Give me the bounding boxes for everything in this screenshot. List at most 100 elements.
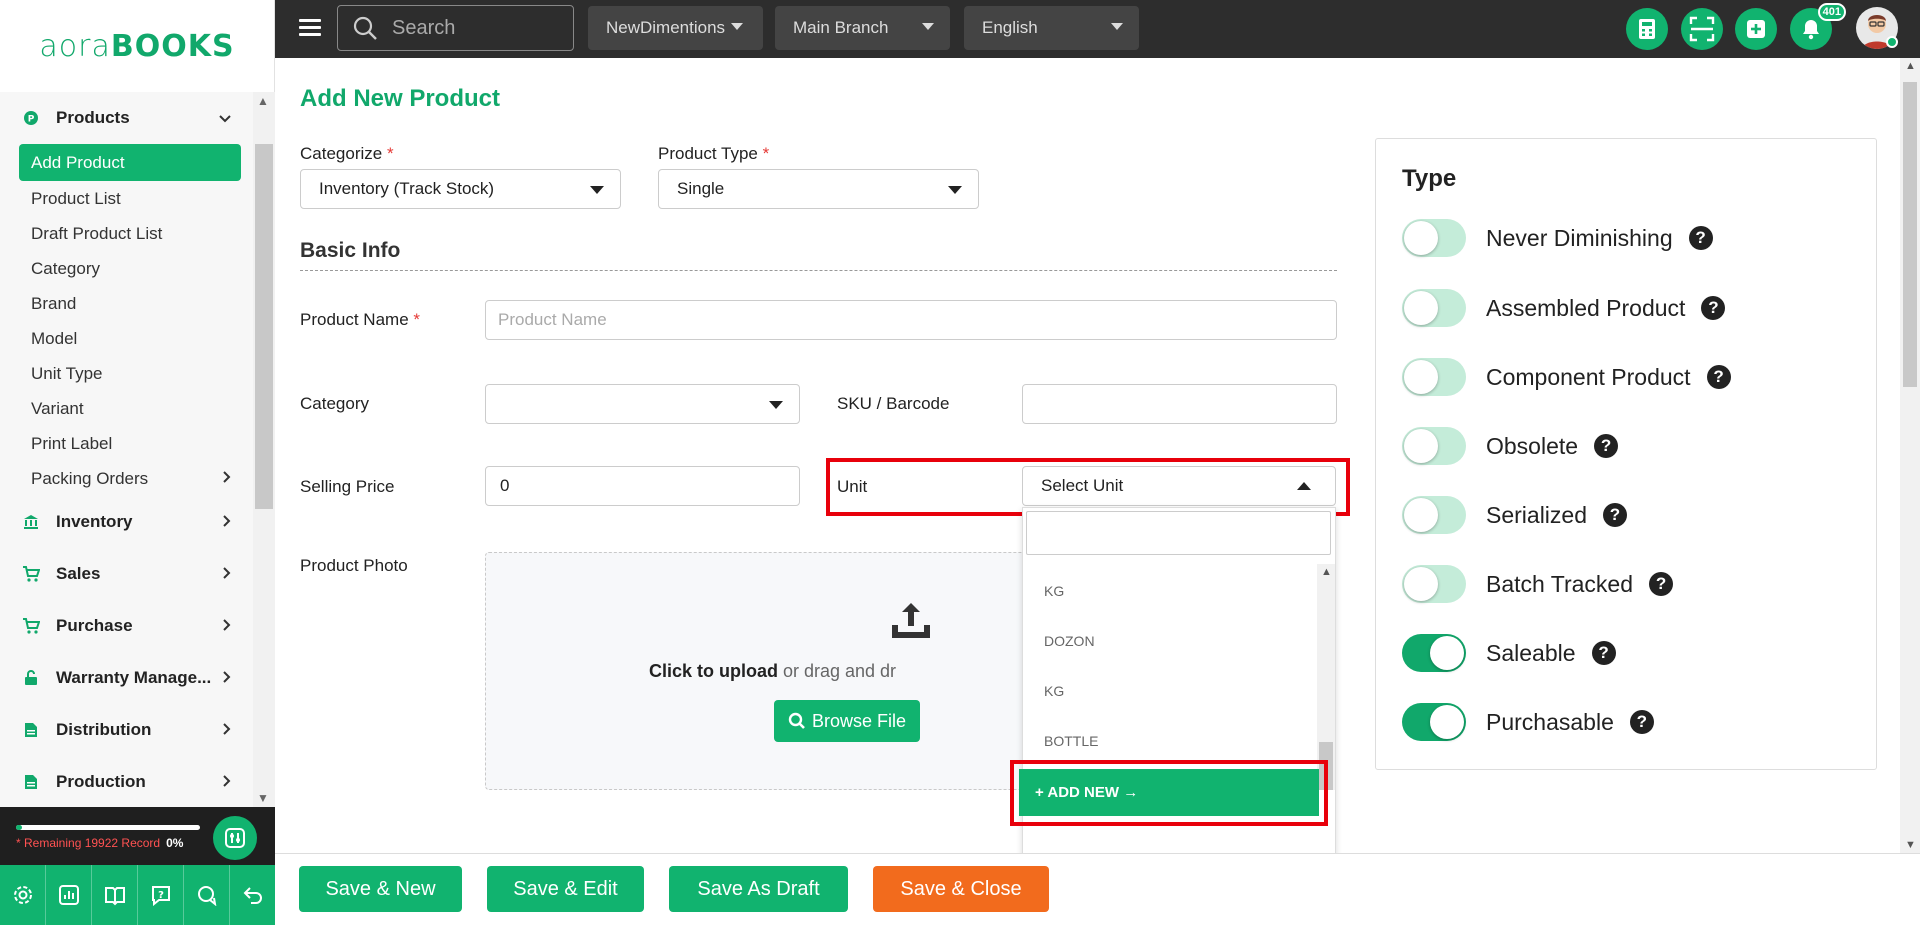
- section-divider: [300, 270, 1337, 271]
- help-icon[interactable]: ?: [1706, 365, 1731, 389]
- chevron-right-icon: [223, 774, 231, 790]
- sidebar-group-sales[interactable]: Sales: [0, 548, 253, 600]
- sidebar-item-variant[interactable]: Variant: [0, 391, 253, 426]
- sidebar-item-product-list[interactable]: Product List: [0, 181, 253, 216]
- toggle-row-serialized: Serialized ?: [1402, 494, 1627, 536]
- category-select[interactable]: [485, 384, 800, 424]
- scroll-up-icon[interactable]: ▲: [1905, 60, 1916, 72]
- help-icon[interactable]: ?: [1591, 641, 1616, 665]
- add-icon[interactable]: [1735, 8, 1777, 50]
- scrollbar-thumb[interactable]: [255, 144, 273, 509]
- sku-label: SKU / Barcode: [837, 394, 950, 413]
- help-icon[interactable]: ?: [1649, 572, 1674, 596]
- hamburger-menu-icon[interactable]: [299, 19, 321, 37]
- page-scrollbar[interactable]: ▲ ▼: [1900, 58, 1920, 853]
- sidebar-item-category[interactable]: Category: [0, 251, 253, 286]
- sidebar-group-purchase[interactable]: Purchase: [0, 600, 253, 652]
- save-draft-button[interactable]: Save As Draft: [669, 866, 848, 912]
- batch-tracked-toggle[interactable]: [1402, 565, 1466, 603]
- product-type-select[interactable]: Single: [658, 169, 979, 209]
- sidebar-group-products[interactable]: P Products: [0, 92, 253, 144]
- save-edit-button[interactable]: Save & Edit: [487, 866, 644, 912]
- upgrade-button[interactable]: [213, 816, 257, 860]
- scroll-down-icon[interactable]: ▼: [1905, 839, 1916, 851]
- sidebar-bottom-toolbar: ?: [0, 865, 275, 925]
- unlock-icon: [22, 669, 40, 687]
- toggle-row-obsolete: Obsolete ?: [1402, 425, 1619, 467]
- toggle-row-purchasable: Purchasable ?: [1402, 701, 1654, 743]
- sidebar-group-warranty[interactable]: Warranty Manage...: [0, 652, 253, 704]
- unit-option-kg[interactable]: KG: [1023, 666, 1315, 716]
- calculator-icon[interactable]: [1626, 8, 1668, 50]
- scroll-up-icon[interactable]: ▲: [1321, 566, 1332, 578]
- sidebar-group-inventory[interactable]: Inventory: [0, 496, 253, 548]
- branch-select[interactable]: Main Branch: [775, 6, 950, 50]
- help-icon[interactable]: ?: [1594, 434, 1619, 458]
- scroll-down-icon[interactable]: ▼: [257, 791, 269, 805]
- search-input[interactable]: [392, 16, 562, 40]
- language-select[interactable]: English: [964, 6, 1139, 50]
- basic-info-heading: Basic Info: [300, 239, 401, 262]
- company-select[interactable]: NewDimentions: [588, 6, 763, 50]
- add-new-unit-button[interactable]: + ADD NEW →: [1019, 769, 1319, 816]
- purchasable-toggle[interactable]: [1402, 703, 1466, 741]
- report-icon[interactable]: [46, 865, 92, 925]
- unit-select[interactable]: Select Unit: [1022, 466, 1336, 506]
- selling-price-input[interactable]: [485, 466, 800, 506]
- product-name-input[interactable]: [485, 300, 1337, 340]
- caret-down-icon: [1111, 23, 1123, 30]
- serialized-toggle[interactable]: [1402, 496, 1466, 534]
- sidebar-item-brand[interactable]: Brand: [0, 286, 253, 321]
- save-close-button[interactable]: Save & Close: [873, 866, 1049, 912]
- sidebar-group-production[interactable]: Production: [0, 756, 253, 807]
- save-new-button[interactable]: Save & New: [299, 866, 462, 912]
- help-icon[interactable]: ?: [1603, 503, 1627, 527]
- help-icon[interactable]: ?: [1701, 296, 1726, 320]
- assembled-product-toggle[interactable]: [1402, 289, 1466, 327]
- toggle-row-assembled-product: Assembled Product ?: [1402, 287, 1726, 329]
- scroll-up-icon[interactable]: ▲: [257, 94, 269, 108]
- sidebar-group-distribution[interactable]: Distribution: [0, 704, 253, 756]
- remaining-records: * Remaining 19922 Record 0%: [16, 836, 184, 850]
- sidebar-item-packing-orders[interactable]: Packing Orders: [0, 461, 253, 496]
- aorabooks-logo[interactable]: aoraBOOKS: [39, 29, 234, 64]
- document-icon: [22, 721, 40, 739]
- obsolete-toggle[interactable]: [1402, 427, 1466, 465]
- sidebar-item-print-label[interactable]: Print Label: [0, 426, 253, 461]
- scrollbar-thumb[interactable]: [1903, 82, 1917, 387]
- online-status-dot: [1886, 36, 1898, 48]
- chevron-right-icon: [223, 514, 231, 530]
- sidebar-item-unit-type[interactable]: Unit Type: [0, 356, 253, 391]
- categorize-select[interactable]: Inventory (Track Stock): [300, 169, 621, 209]
- sidebar-scrollbar[interactable]: ▲ ▼: [253, 92, 275, 807]
- scan-icon[interactable]: [1681, 8, 1723, 50]
- unit-option-dozon[interactable]: DOZON: [1023, 616, 1315, 666]
- unit-dropdown-scrollbar[interactable]: ▲: [1317, 564, 1335, 790]
- help-icon[interactable]: ?: [1629, 710, 1654, 734]
- sidebar-item-draft-product-list[interactable]: Draft Product List: [0, 216, 253, 251]
- svg-text:?: ?: [158, 890, 164, 901]
- unit-search-input[interactable]: [1026, 511, 1331, 555]
- chevron-down-icon: [219, 110, 231, 126]
- saleable-toggle[interactable]: [1402, 634, 1466, 672]
- unit-option-kg[interactable]: KG: [1023, 566, 1315, 616]
- component-product-toggle[interactable]: [1402, 358, 1466, 396]
- notification-bell-icon[interactable]: 401: [1790, 3, 1846, 50]
- caret-down-icon: [590, 186, 604, 194]
- chat-icon[interactable]: [184, 865, 230, 925]
- settings-icon[interactable]: [0, 865, 46, 925]
- help-icon[interactable]: ?: [1688, 226, 1713, 250]
- sidebar-item-add-product[interactable]: Add Product: [19, 144, 241, 181]
- help-icon[interactable]: ?: [138, 865, 184, 925]
- sku-barcode-input[interactable]: [1022, 384, 1337, 424]
- never-diminishing-toggle[interactable]: [1402, 219, 1466, 257]
- photo-dropzone[interactable]: Click to upload or drag and dr Browse Fi…: [485, 552, 1060, 790]
- back-arrow-icon[interactable]: [230, 865, 275, 925]
- browse-file-button[interactable]: Browse File: [774, 700, 920, 742]
- global-search[interactable]: [337, 5, 574, 51]
- sidebar-bottom: * Remaining 19922 Record 0% ?: [0, 807, 275, 925]
- unit-option-bottle[interactable]: BOTTLE: [1023, 716, 1315, 766]
- sidebar-item-model[interactable]: Model: [0, 321, 253, 356]
- book-icon[interactable]: [92, 865, 138, 925]
- type-panel: Type Never Diminishing ? Assembled Produ…: [1375, 138, 1877, 770]
